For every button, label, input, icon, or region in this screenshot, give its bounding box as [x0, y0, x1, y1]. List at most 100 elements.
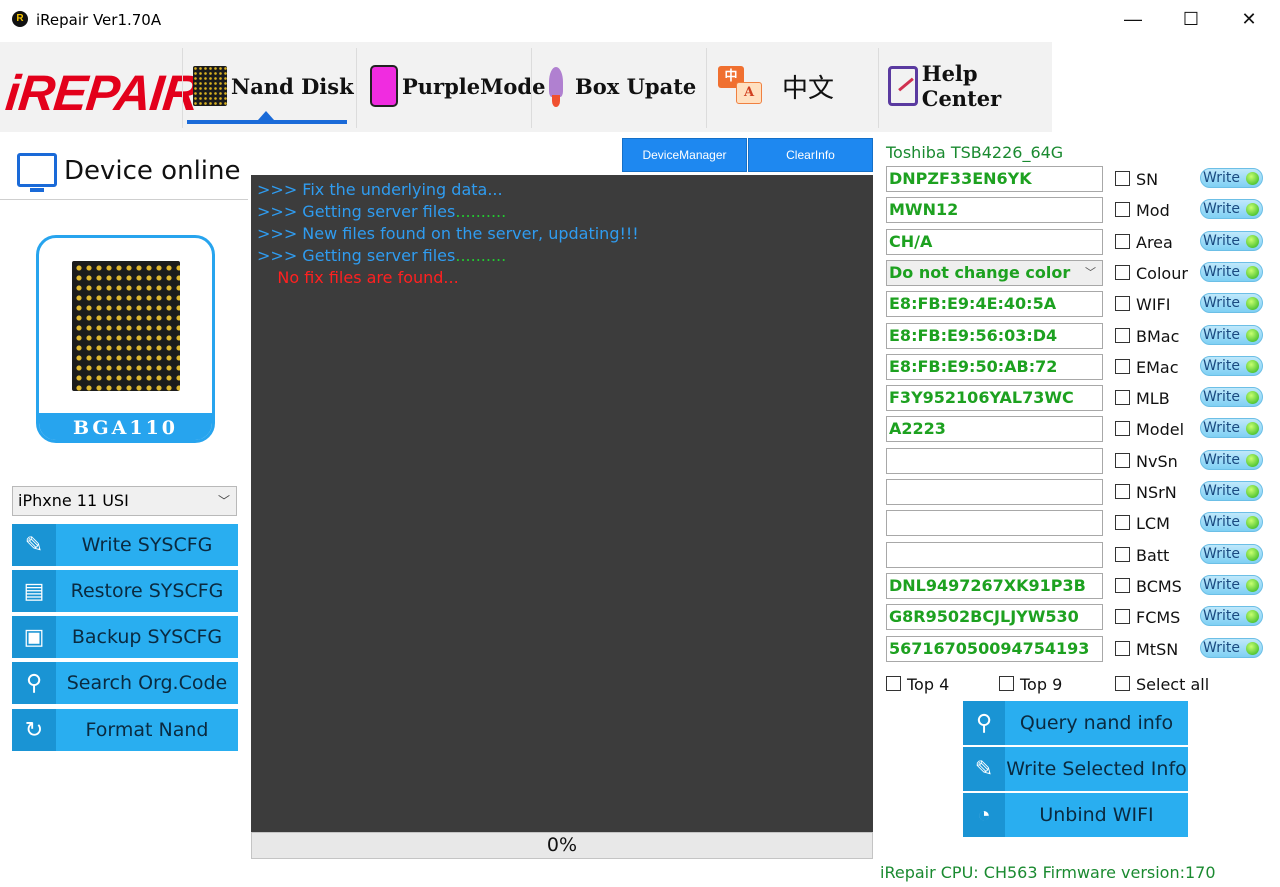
bga-package-label: BGA110 [39, 413, 212, 440]
translate-icon: 中A [716, 64, 766, 108]
restore-syscfg-button[interactable]: ▤ Restore SYSCFG [12, 570, 238, 612]
checkbox-area[interactable] [1115, 234, 1130, 249]
backup-syscfg-button[interactable]: ▣ Backup SYSCFG [12, 616, 238, 658]
write-button[interactable]: Write [1200, 606, 1263, 626]
write-button[interactable]: Write [1200, 325, 1263, 345]
top4-label: Top 4 [907, 675, 950, 694]
checkbox-sn[interactable] [1115, 171, 1130, 186]
field-colour[interactable]: Do not change color ﹀ [886, 260, 1103, 286]
write-button[interactable]: Write [1200, 544, 1263, 564]
bga-package-card: BGA110 [36, 235, 215, 443]
select-all-checkbox[interactable] [1115, 676, 1130, 691]
field-emac[interactable]: E8:FB:E9:50:AB:72 [886, 354, 1103, 380]
write-button[interactable]: Write [1200, 262, 1263, 282]
field-fcms[interactable]: G8R9502BCJLJYW530 [886, 604, 1103, 630]
minimize-button[interactable]: — [1104, 0, 1162, 38]
write-button[interactable]: Write [1200, 231, 1263, 251]
tab-help-center[interactable]: Help Center [888, 61, 1052, 111]
tab-purple-mode[interactable]: PurpleMode [370, 62, 545, 110]
write-button[interactable]: Write [1200, 481, 1263, 501]
checkbox-bcms[interactable] [1115, 578, 1130, 593]
green-status-icon [1246, 329, 1259, 342]
write-button[interactable]: Write [1200, 418, 1263, 438]
toolbar-divider [531, 48, 532, 128]
clear-info-button[interactable]: ClearInfo [748, 138, 873, 172]
green-status-icon [1246, 235, 1259, 248]
write-selected-info-label: Write Selected Info [1006, 758, 1187, 780]
write-button[interactable]: Write [1200, 293, 1263, 313]
unbind-wifi-button[interactable]: ◔ Unbind WIFI [963, 793, 1188, 837]
tab-box-update[interactable]: Box Upate [541, 62, 696, 110]
field-value: CH/A [889, 232, 933, 251]
field-batt[interactable] [886, 542, 1103, 568]
checkbox-mlb[interactable] [1115, 390, 1130, 405]
write-selected-info-button[interactable]: ✎ Write Selected Info [963, 747, 1188, 791]
green-status-icon [1246, 360, 1259, 373]
backup-icon: ▣ [12, 616, 56, 658]
search-org-code-button[interactable]: ⚲ Search Org.Code [12, 662, 238, 704]
field-nsrn[interactable] [886, 479, 1103, 505]
field-nvsn[interactable] [886, 448, 1103, 474]
status-bar: iRepair CPU: CH563 Firmware version:170 [880, 863, 1216, 882]
field-value: G8R9502BCJLJYW530 [889, 607, 1079, 626]
field-lcm[interactable] [886, 510, 1103, 536]
write-label: Write [1203, 452, 1240, 468]
write-button[interactable]: Write [1200, 575, 1263, 595]
help-edit-icon [888, 66, 918, 106]
field-area[interactable]: CH/A [886, 229, 1103, 255]
write-label: Write [1203, 640, 1240, 656]
checkbox-emac[interactable] [1115, 359, 1130, 374]
backup-syscfg-label: Backup SYSCFG [71, 626, 223, 648]
field-bcms[interactable]: DNL9497267XK91P3B [886, 573, 1103, 599]
field-mlb[interactable]: F3Y952106YAL73WC [886, 385, 1103, 411]
tab-language-label: 中文 [782, 73, 835, 104]
write-button[interactable]: Write [1200, 638, 1263, 658]
write-syscfg-button[interactable]: ✎ Write SYSCFG [12, 524, 238, 566]
checkbox-batt[interactable] [1115, 547, 1130, 562]
write-label: Write [1203, 546, 1240, 562]
write-button[interactable]: Write [1200, 199, 1263, 219]
maximize-button[interactable]: ☐ [1162, 0, 1220, 38]
checkbox-mod[interactable] [1115, 202, 1130, 217]
field-wifi[interactable]: E8:FB:E9:4E:40:5A [886, 291, 1103, 317]
checkbox-mtsn[interactable] [1115, 641, 1130, 656]
top9-label: Top 9 [1020, 675, 1063, 694]
toolbar-divider [356, 48, 357, 128]
main-toolbar: iREPAIR Nand Disk PurpleMode Box Upate 中… [0, 42, 1052, 132]
field-label: Area [1136, 233, 1173, 252]
tab-nand-disk[interactable]: Nand Disk [193, 62, 354, 110]
model-select[interactable]: iPhxne 11 USI ﹀ [12, 486, 237, 516]
checkbox-model[interactable] [1115, 421, 1130, 436]
checkbox-nvsn[interactable] [1115, 453, 1130, 468]
checkbox-wifi[interactable] [1115, 296, 1130, 311]
unbind-wifi-label: Unbind WIFI [1039, 804, 1154, 826]
checkbox-bmac[interactable] [1115, 328, 1130, 343]
field-bmac[interactable]: E8:FB:E9:56:03:D4 [886, 323, 1103, 349]
checkbox-lcm[interactable] [1115, 515, 1130, 530]
log-console: >>> Fix the underlying data... >>> Getti… [251, 175, 873, 832]
nand-chip-icon [193, 66, 227, 106]
field-sn[interactable]: DNPZF33EN6YK [886, 166, 1103, 192]
field-model[interactable]: A2223 [886, 416, 1103, 442]
checkbox-fcms[interactable] [1115, 609, 1130, 624]
field-mtsn[interactable]: 567167050094754193 [886, 636, 1103, 662]
top4-checkbox[interactable] [886, 676, 901, 691]
checkbox-colour[interactable] [1115, 265, 1130, 280]
checkbox-nsrn[interactable] [1115, 484, 1130, 499]
top9-checkbox[interactable] [999, 676, 1014, 691]
write-button[interactable]: Write [1200, 450, 1263, 470]
green-status-icon [1246, 391, 1259, 404]
field-mod[interactable]: MWN12 [886, 197, 1103, 223]
query-nand-info-button[interactable]: ⚲ Query nand info [963, 701, 1188, 745]
close-button[interactable]: ✕ [1220, 0, 1278, 38]
device-manager-button[interactable]: DeviceManager [622, 138, 747, 172]
format-nand-button[interactable]: ↻ Format Nand [12, 709, 238, 751]
field-label: NSrN [1136, 483, 1177, 502]
write-button[interactable]: Write [1200, 387, 1263, 407]
write-button[interactable]: Write [1200, 356, 1263, 376]
write-button[interactable]: Write [1200, 168, 1263, 188]
tab-language[interactable]: 中A 中文 [716, 62, 834, 110]
green-status-icon [1246, 297, 1259, 310]
write-button[interactable]: Write [1200, 512, 1263, 532]
chevron-down-icon: ﹀ [217, 494, 230, 508]
